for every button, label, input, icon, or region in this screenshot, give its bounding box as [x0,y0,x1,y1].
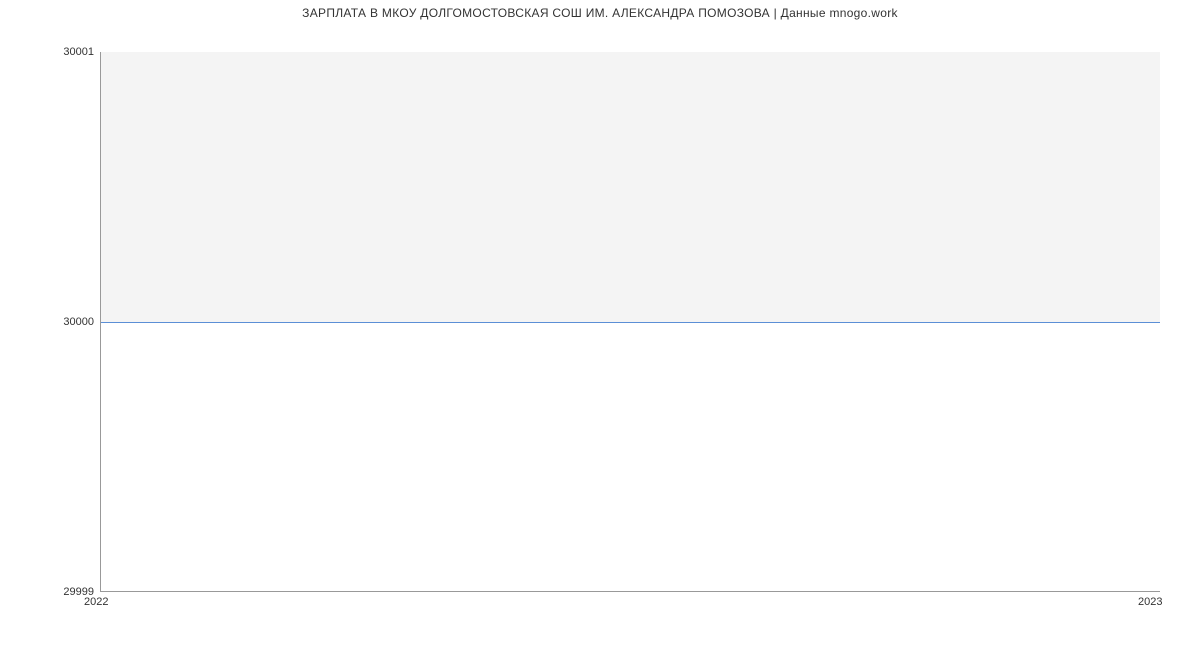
y-axis-tick-label: 30001 [4,46,94,58]
x-axis-tick-label: 2023 [1138,596,1162,608]
y-axis-tick-label: 29999 [4,586,94,598]
chart-title: ЗАРПЛАТА В МКОУ ДОЛГОМОСТОВСКАЯ СОШ ИМ. … [0,6,1200,20]
grid-band [101,52,1160,322]
x-axis-tick-label: 2022 [84,596,108,608]
plot-area [100,52,1160,592]
y-axis-tick-label: 30000 [4,316,94,328]
chart-container: ЗАРПЛАТА В МКОУ ДОЛГОМОСТОВСКАЯ СОШ ИМ. … [0,0,1200,650]
data-line [101,322,1160,323]
